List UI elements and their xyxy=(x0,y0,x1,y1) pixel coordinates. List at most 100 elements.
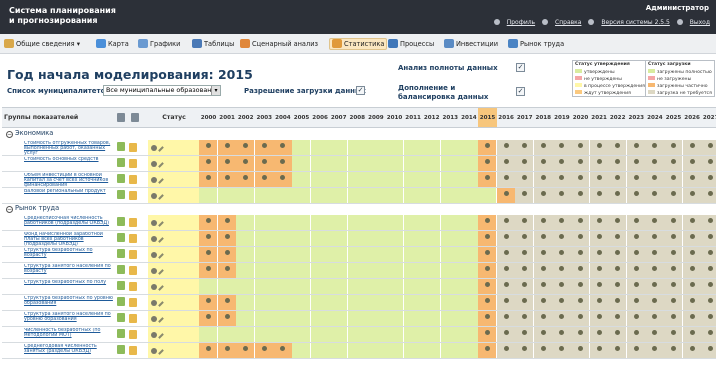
year-cell[interactable] xyxy=(515,140,534,155)
year-cell[interactable] xyxy=(515,279,534,294)
upload-icon[interactable] xyxy=(129,346,137,355)
year-cell[interactable] xyxy=(217,311,236,326)
year-cell[interactable] xyxy=(571,140,590,155)
year-cell[interactable] xyxy=(329,295,348,310)
year-cell[interactable] xyxy=(459,279,478,294)
year-cell[interactable] xyxy=(292,247,311,262)
year-cell[interactable] xyxy=(496,311,515,326)
year-cell[interactable] xyxy=(236,156,255,171)
year-cell[interactable] xyxy=(403,343,422,358)
year-cell[interactable] xyxy=(608,215,627,230)
status-info-icon[interactable] xyxy=(151,283,157,290)
year-cell[interactable] xyxy=(571,231,590,246)
indicator-link[interactable]: Стоимость отгруженных товаров, выполненн… xyxy=(24,141,114,155)
year-cell[interactable] xyxy=(626,156,645,171)
upload-icon[interactable] xyxy=(129,159,137,168)
year-cell[interactable] xyxy=(422,156,441,171)
year-cell[interactable] xyxy=(608,247,627,262)
year-cell[interactable] xyxy=(292,279,311,294)
year-cell[interactable] xyxy=(385,279,404,294)
year-cell[interactable] xyxy=(496,215,515,230)
group-row[interactable]: − Рынок труда xyxy=(2,204,716,214)
year-cell[interactable] xyxy=(552,140,571,155)
year-cell[interactable] xyxy=(273,311,292,326)
year-cell[interactable] xyxy=(515,327,534,342)
year-cell[interactable] xyxy=(217,231,236,246)
year-cell[interactable] xyxy=(422,140,441,155)
year-cell[interactable] xyxy=(664,311,683,326)
version-link[interactable]: Версия системы 2.5.5 xyxy=(588,19,670,26)
menu-item-1[interactable]: Карта xyxy=(96,39,129,51)
year-cell[interactable] xyxy=(589,140,608,155)
year-cell[interactable] xyxy=(589,327,608,342)
year-cell[interactable] xyxy=(533,327,552,342)
year-cell[interactable] xyxy=(701,231,716,246)
year-cell[interactable] xyxy=(199,263,218,278)
year-cell[interactable] xyxy=(440,327,459,342)
year-cell[interactable] xyxy=(496,231,515,246)
year-cell[interactable] xyxy=(403,215,422,230)
upload-icon[interactable] xyxy=(129,175,137,184)
year-cell[interactable] xyxy=(589,188,608,203)
year-cell[interactable] xyxy=(496,247,515,262)
status-info-icon[interactable] xyxy=(151,144,157,151)
year-cell[interactable] xyxy=(310,295,329,310)
year-cell[interactable] xyxy=(459,231,478,246)
year-cell[interactable] xyxy=(608,327,627,342)
year-cell[interactable] xyxy=(199,327,218,342)
year-cell[interactable] xyxy=(571,263,590,278)
year-cell[interactable] xyxy=(310,343,329,358)
year-cell[interactable] xyxy=(571,172,590,187)
year-cell[interactable] xyxy=(292,231,311,246)
year-cell[interactable] xyxy=(403,295,422,310)
year-cell[interactable] xyxy=(664,188,683,203)
year-cell[interactable] xyxy=(664,215,683,230)
year-cell[interactable] xyxy=(385,327,404,342)
year-cell[interactable] xyxy=(254,172,273,187)
year-cell[interactable] xyxy=(273,295,292,310)
year-cell[interactable] xyxy=(701,263,716,278)
year-cell[interactable] xyxy=(217,156,236,171)
menu-item-7[interactable]: Инвестиции xyxy=(444,39,498,51)
indicator-link[interactable]: Среднесписочная численность работников (… xyxy=(24,216,114,230)
year-cell[interactable] xyxy=(347,156,366,171)
year-cell[interactable] xyxy=(589,215,608,230)
year-cell[interactable] xyxy=(310,263,329,278)
year-cell[interactable] xyxy=(385,172,404,187)
year-cell[interactable] xyxy=(533,295,552,310)
year-cell[interactable] xyxy=(310,156,329,171)
year-cell[interactable] xyxy=(515,215,534,230)
year-cell[interactable] xyxy=(478,188,497,203)
year-cell[interactable] xyxy=(385,140,404,155)
year-cell[interactable] xyxy=(199,295,218,310)
year-cell[interactable] xyxy=(273,247,292,262)
year-cell[interactable] xyxy=(385,156,404,171)
menu-item-2[interactable]: Графики xyxy=(138,39,180,51)
year-cell[interactable] xyxy=(552,247,571,262)
year-cell[interactable] xyxy=(552,343,571,358)
upload-icon[interactable] xyxy=(129,218,137,227)
year-cell[interactable] xyxy=(533,188,552,203)
year-cell[interactable] xyxy=(236,140,255,155)
year-cell[interactable] xyxy=(217,279,236,294)
group-row[interactable]: − Экономика xyxy=(2,129,716,139)
year-cell[interactable] xyxy=(515,295,534,310)
year-cell[interactable] xyxy=(664,263,683,278)
edit-pencil-icon[interactable] xyxy=(158,252,164,259)
upload-icon[interactable] xyxy=(129,314,137,323)
year-cell[interactable] xyxy=(440,172,459,187)
menu-item-0[interactable]: Общие сведения ▾ xyxy=(4,39,80,51)
edit-pencil-icon[interactable] xyxy=(158,316,164,323)
year-cell[interactable] xyxy=(459,215,478,230)
excel-export-icon[interactable] xyxy=(117,313,125,322)
year-cell[interactable] xyxy=(664,247,683,262)
year-cell[interactable] xyxy=(273,140,292,155)
menu-item-3[interactable]: Таблицы xyxy=(192,39,234,51)
indicator-link[interactable]: Стоимость основных средств xyxy=(24,157,114,171)
year-cell[interactable] xyxy=(403,156,422,171)
year-cell[interactable] xyxy=(645,247,664,262)
year-cell[interactable] xyxy=(347,172,366,187)
year-cell[interactable] xyxy=(329,140,348,155)
year-cell[interactable] xyxy=(589,311,608,326)
year-cell[interactable] xyxy=(329,263,348,278)
